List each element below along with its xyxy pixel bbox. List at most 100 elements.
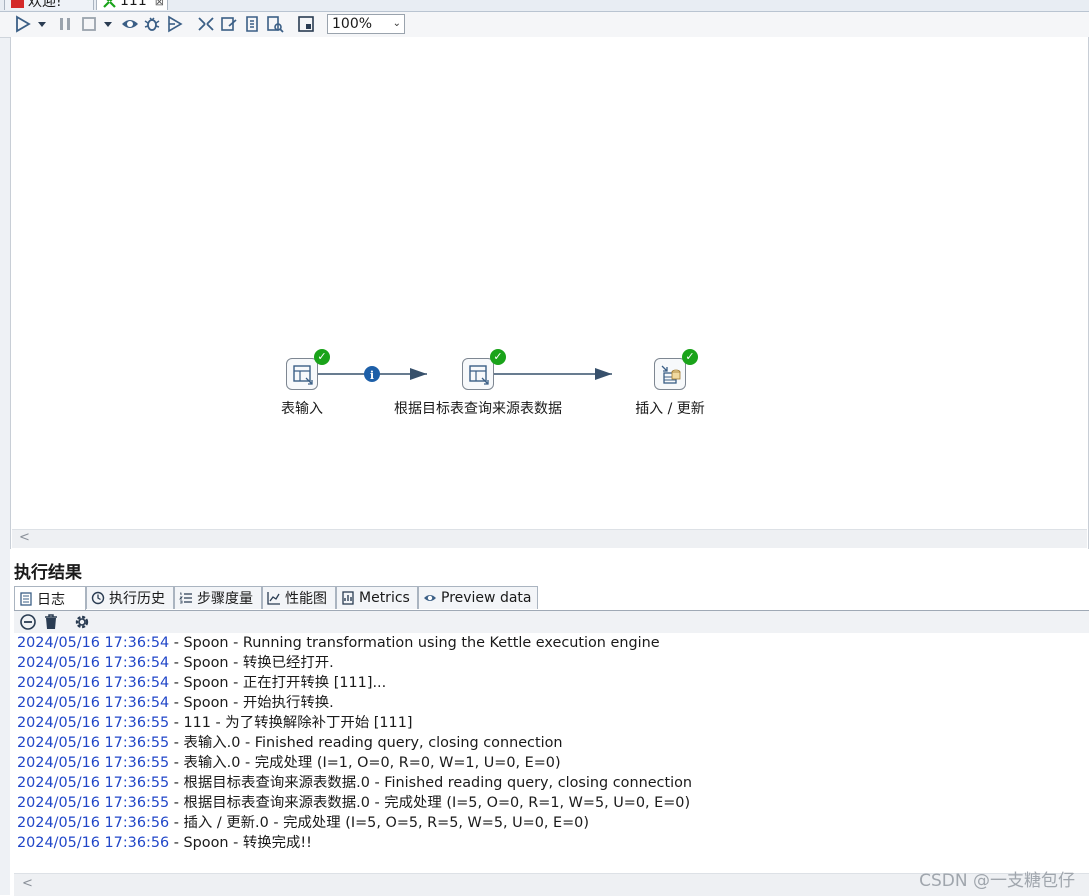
tab-log[interactable]: 日志 xyxy=(14,586,86,610)
metrics-icon xyxy=(342,591,354,605)
verify-icon[interactable] xyxy=(197,15,215,33)
log-line: 2024/05/16 17:36:55 - 表输入.0 - Finished r… xyxy=(17,733,563,753)
log-line: 2024/05/16 17:36:56 - Spoon - 转换完成!! xyxy=(17,833,312,853)
log-line: 2024/05/16 17:36:55 - 根据目标表查询来源表数据.0 - 完… xyxy=(17,793,690,813)
step-label: 表输入 xyxy=(281,401,323,417)
tab-transformation-label: 111 xyxy=(120,0,147,9)
log-line: 2024/05/16 17:36:54 - Spoon - 正在打开转换 [11… xyxy=(17,673,386,693)
clock-icon xyxy=(91,591,105,605)
step-table-input[interactable] xyxy=(286,358,318,390)
log-line: 2024/05/16 17:36:55 - 表输入.0 - 完成处理 (I=1,… xyxy=(17,753,561,773)
transformation-canvas[interactable] xyxy=(10,37,1089,549)
log-timestamp: 2024/05/16 17:36:55 xyxy=(17,715,170,731)
log-message: - 根据目标表查询来源表数据.0 - Finished reading quer… xyxy=(169,775,693,791)
list-numbered-icon xyxy=(179,592,192,604)
preview-icon[interactable] xyxy=(121,15,139,33)
step-insert-update[interactable] xyxy=(654,358,686,390)
success-check-icon: ✓ xyxy=(490,349,506,365)
log-line: 2024/05/16 17:36:56 - 插入 / 更新.0 - 完成处理 (… xyxy=(17,813,589,833)
sql-icon[interactable] xyxy=(243,15,261,33)
canvas-horizontal-scrollbar[interactable]: < xyxy=(12,529,1087,548)
line-chart-icon xyxy=(267,592,280,605)
zoom-select[interactable]: 100% ⌄ xyxy=(327,14,405,34)
impact-icon[interactable] xyxy=(220,15,238,33)
log-message: - Spoon - 转换已经打开. xyxy=(169,655,334,671)
chevron-down-icon: ⌄ xyxy=(392,18,401,29)
scroll-left-icon[interactable]: < xyxy=(19,530,30,545)
explore-db-icon[interactable] xyxy=(266,15,284,33)
log-timestamp: 2024/05/16 17:36:55 xyxy=(17,775,170,791)
watermark: CSDN @一支糖包仔 xyxy=(919,871,1075,891)
debug-icon[interactable] xyxy=(143,15,161,33)
trash-icon[interactable] xyxy=(42,613,60,631)
log-timestamp: 2024/05/16 17:36:55 xyxy=(17,735,170,751)
tab-transformation-111[interactable]: 111 ⊠ xyxy=(96,0,168,10)
step-label: 插入 / 更新 xyxy=(635,401,705,417)
replay-icon[interactable] xyxy=(166,15,184,33)
run-icon[interactable] xyxy=(14,15,32,33)
stop-dropdown-icon[interactable] xyxy=(102,15,114,33)
results-title: 执行结果 xyxy=(14,563,82,583)
log-message: - Spoon - 转换完成!! xyxy=(169,835,312,851)
left-panel-strip xyxy=(0,37,10,895)
log-output[interactable]: 2024/05/16 17:36:54 - Spoon - Running tr… xyxy=(14,633,1089,873)
log-line: 2024/05/16 17:36:55 - 根据目标表查询来源表数据.0 - F… xyxy=(17,773,692,793)
log-line: 2024/05/16 17:36:54 - Spoon - Running tr… xyxy=(17,633,660,653)
log-timestamp: 2024/05/16 17:36:54 xyxy=(17,675,170,691)
table-input-icon xyxy=(469,365,489,385)
log-message: - 根据目标表查询来源表数据.0 - 完成处理 (I=5, O=0, R=1, … xyxy=(169,795,691,811)
document-tab-strip: 欢迎! 111 ⊠ xyxy=(0,0,1089,12)
tab-welcome-label: 欢迎! xyxy=(28,0,62,10)
spoon-icon xyxy=(11,0,24,8)
tab-execution-history[interactable]: 执行历史 xyxy=(86,586,174,609)
log-message: - 插入 / 更新.0 - 完成处理 (I=5, O=5, R=5, W=5, … xyxy=(169,815,589,831)
tab-performance-graph[interactable]: 性能图 xyxy=(262,586,336,609)
insert-update-icon xyxy=(661,365,681,384)
log-message: - Spoon - 正在打开转换 [111]... xyxy=(169,675,387,691)
log-message: - 表输入.0 - Finished reading query, closin… xyxy=(169,735,563,751)
step-lookup-source[interactable] xyxy=(462,358,494,390)
tab-preview-data-label: Preview data xyxy=(441,590,532,606)
table-input-icon xyxy=(293,365,313,385)
transformation-toolbar: 100% ⌄ xyxy=(0,12,1089,38)
log-message: - 表输入.0 - 完成处理 (I=1, O=0, R=0, W=1, U=0,… xyxy=(169,755,561,771)
results-tabs: 日志 执行历史 步骤度量 性能图 Metrics Preview data xyxy=(14,586,1089,611)
log-timestamp: 2024/05/16 17:36:56 xyxy=(17,835,170,851)
pause-icon[interactable] xyxy=(56,15,74,33)
log-message: - Spoon - 开始执行转换. xyxy=(169,695,334,711)
tab-log-label: 日志 xyxy=(37,591,65,608)
log-timestamp: 2024/05/16 17:36:54 xyxy=(17,695,170,711)
tab-metrics[interactable]: Metrics xyxy=(336,586,418,609)
show-results-icon[interactable] xyxy=(297,15,315,33)
log-icon xyxy=(20,591,32,606)
log-timestamp: 2024/05/16 17:36:55 xyxy=(17,755,170,771)
tab-welcome[interactable]: 欢迎! xyxy=(4,0,94,10)
tab-step-metrics-label: 步骤度量 xyxy=(197,591,253,607)
stop-icon[interactable] xyxy=(80,15,98,33)
log-message: - Spoon - Running transformation using t… xyxy=(169,635,660,651)
preview-icon xyxy=(424,595,436,601)
log-line: 2024/05/16 17:36:55 - 111 - 为了转换解除补丁开始 [… xyxy=(17,713,412,733)
tab-preview-data[interactable]: Preview data xyxy=(418,586,538,609)
log-timestamp: 2024/05/16 17:36:56 xyxy=(17,815,170,831)
clear-log-icon[interactable] xyxy=(19,613,37,631)
success-check-icon: ✓ xyxy=(682,349,698,365)
run-options-dropdown-icon[interactable] xyxy=(36,15,48,33)
log-line: 2024/05/16 17:36:54 - Spoon - 转换已经打开. xyxy=(17,653,334,673)
settings-icon[interactable] xyxy=(73,613,91,631)
scroll-left-icon[interactable]: < xyxy=(22,876,33,891)
transformation-icon xyxy=(103,0,116,8)
log-timestamp: 2024/05/16 17:36:54 xyxy=(17,655,170,671)
log-message: - 111 - 为了转换解除补丁开始 [111] xyxy=(169,715,413,731)
log-timestamp: 2024/05/16 17:36:54 xyxy=(17,635,170,651)
log-line: 2024/05/16 17:36:54 - Spoon - 开始执行转换. xyxy=(17,693,334,713)
zoom-value: 100% xyxy=(332,16,373,32)
step-label: 根据目标表查询来源表数据 xyxy=(394,401,562,417)
tab-metrics-label: Metrics xyxy=(359,590,410,606)
success-check-icon: ✓ xyxy=(314,349,330,365)
tab-step-metrics[interactable]: 步骤度量 xyxy=(174,586,262,609)
tab-performance-graph-label: 性能图 xyxy=(285,591,327,607)
tab-execution-history-label: 执行历史 xyxy=(109,591,165,607)
log-timestamp: 2024/05/16 17:36:55 xyxy=(17,795,170,811)
close-icon[interactable]: ⊠ xyxy=(155,0,164,8)
